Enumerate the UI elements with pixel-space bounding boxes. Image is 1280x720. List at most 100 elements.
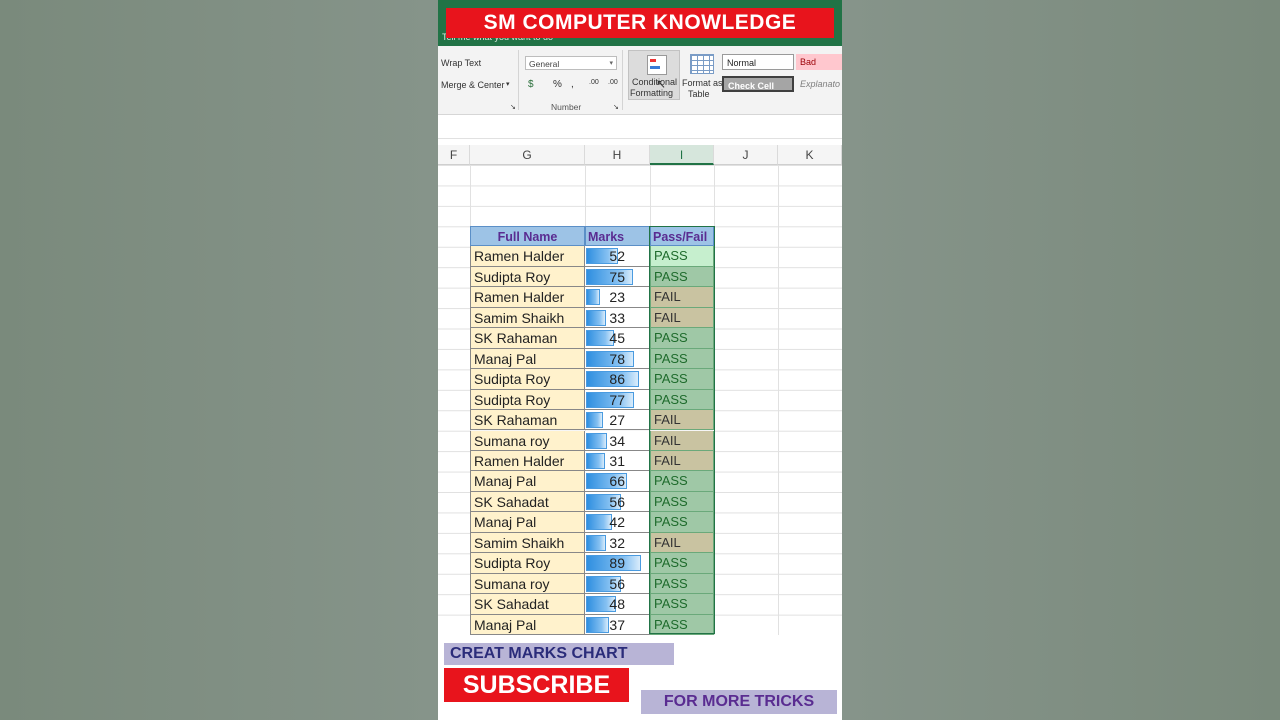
- number-format-select[interactable]: General ▾: [525, 56, 617, 70]
- marks-cell[interactable]: 32: [585, 532, 650, 554]
- background-left: [0, 0, 438, 720]
- merge-center-button[interactable]: Merge & Center: [441, 80, 505, 90]
- name-cell[interactable]: Manaj Pal: [470, 614, 585, 635]
- result-cell[interactable]: FAIL: [650, 450, 714, 472]
- result-cell[interactable]: FAIL: [650, 430, 714, 451]
- name-cell[interactable]: Ramen Halder: [470, 287, 585, 308]
- result-cell[interactable]: FAIL: [650, 287, 714, 308]
- header-full-name[interactable]: Full Name: [470, 226, 585, 247]
- column-header-f[interactable]: F: [438, 145, 470, 165]
- name-cell[interactable]: Manaj Pal: [470, 348, 585, 370]
- result-cell[interactable]: PASS: [650, 573, 714, 595]
- marks-cell[interactable]: 77: [585, 389, 650, 411]
- result-cell[interactable]: PASS: [650, 348, 714, 370]
- name-cell[interactable]: SK Sahadat: [470, 491, 585, 513]
- column-header-k[interactable]: K: [778, 145, 842, 165]
- excel-window: Tell me what you want to do SM COMPUTER …: [438, 0, 842, 720]
- format-as-table-icon[interactable]: [690, 54, 714, 74]
- name-cell[interactable]: Sudipta Roy: [470, 553, 585, 574]
- grid-line: [778, 165, 779, 635]
- header-pass-fail[interactable]: Pass/Fail: [650, 226, 714, 247]
- style-normal[interactable]: Normal: [722, 54, 794, 70]
- name-cell[interactable]: Ramen Halder: [470, 246, 585, 267]
- name-cell[interactable]: SK Rahaman: [470, 328, 585, 349]
- marks-cell[interactable]: 34: [585, 430, 650, 451]
- marks-cell[interactable]: 42: [585, 512, 650, 533]
- name-cell[interactable]: Sumana roy: [470, 573, 585, 595]
- header-marks[interactable]: Marks: [585, 226, 650, 247]
- name-cell[interactable]: Samim Shaikh: [470, 307, 585, 329]
- marks-cell[interactable]: 27: [585, 410, 650, 431]
- marks-value: 86: [609, 371, 625, 388]
- marks-cell[interactable]: 52: [585, 246, 650, 267]
- name-cell[interactable]: Manaj Pal: [470, 471, 585, 492]
- wrap-text-button[interactable]: Wrap Text: [441, 58, 481, 68]
- name-cell[interactable]: Sudipta Roy: [470, 369, 585, 390]
- column-header-i[interactable]: I: [650, 145, 714, 165]
- comma-style-icon[interactable]: ,: [571, 79, 574, 90]
- marks-cell[interactable]: 33: [585, 307, 650, 329]
- name-cell[interactable]: Ramen Halder: [470, 450, 585, 472]
- marks-cell[interactable]: 48: [585, 594, 650, 615]
- format-table-label-line2[interactable]: Table: [688, 89, 710, 99]
- data-bar: [586, 452, 605, 469]
- style-check-cell[interactable]: Check Cell: [722, 76, 794, 92]
- style-bad[interactable]: Bad: [796, 54, 842, 70]
- name-cell[interactable]: SK Sahadat: [470, 594, 585, 615]
- marks-cell[interactable]: 37: [585, 614, 650, 635]
- name-cell[interactable]: Sumana roy: [470, 430, 585, 451]
- result-cell[interactable]: FAIL: [650, 410, 714, 431]
- result-cell[interactable]: PASS: [650, 471, 714, 492]
- increase-decimal-icon[interactable]: .00: [589, 79, 599, 86]
- style-explanatory[interactable]: Explanato: [796, 76, 842, 92]
- column-header-j[interactable]: J: [714, 145, 778, 165]
- result-cell[interactable]: PASS: [650, 246, 714, 267]
- cf-label-line1: Conditional: [632, 77, 678, 87]
- column-header-g[interactable]: G: [470, 145, 585, 165]
- ribbon-separator: [518, 50, 519, 110]
- marks-value: 48: [609, 596, 625, 613]
- result-cell[interactable]: PASS: [650, 491, 714, 513]
- name-cell[interactable]: Sudipta Roy: [470, 266, 585, 288]
- conditional-formatting-button[interactable]: Conditional Formatting ↖: [628, 50, 680, 100]
- subscribe-banner[interactable]: SUBSCRIBE: [444, 668, 629, 702]
- result-cell[interactable]: PASS: [650, 389, 714, 411]
- data-bar: [586, 412, 603, 429]
- marks-cell[interactable]: 89: [585, 553, 650, 574]
- marks-cell[interactable]: 56: [585, 491, 650, 513]
- marks-cell[interactable]: 23: [585, 287, 650, 308]
- marks-value: 27: [609, 412, 625, 429]
- data-bar: [586, 534, 606, 551]
- marks-cell[interactable]: 78: [585, 348, 650, 370]
- result-cell[interactable]: PASS: [650, 328, 714, 349]
- merge-dropdown-icon[interactable]: ▾: [506, 80, 510, 88]
- formula-bar-area[interactable]: [438, 118, 842, 139]
- column-header-h[interactable]: H: [585, 145, 650, 165]
- result-cell[interactable]: PASS: [650, 266, 714, 288]
- marks-cell[interactable]: 86: [585, 369, 650, 390]
- format-table-label-line1[interactable]: Format as: [682, 78, 723, 88]
- name-cell[interactable]: Sudipta Roy: [470, 389, 585, 411]
- name-cell[interactable]: Samim Shaikh: [470, 532, 585, 554]
- result-cell[interactable]: PASS: [650, 369, 714, 390]
- name-cell[interactable]: SK Rahaman: [470, 410, 585, 431]
- name-cell[interactable]: Manaj Pal: [470, 512, 585, 533]
- result-cell[interactable]: PASS: [650, 553, 714, 574]
- result-cell[interactable]: PASS: [650, 512, 714, 533]
- marks-cell[interactable]: 75: [585, 266, 650, 288]
- result-cell[interactable]: FAIL: [650, 307, 714, 329]
- result-cell[interactable]: PASS: [650, 614, 714, 635]
- marks-cell[interactable]: 66: [585, 471, 650, 492]
- currency-format-icon[interactable]: $: [528, 79, 534, 90]
- number-launcher-icon[interactable]: ↘: [613, 103, 619, 111]
- result-cell[interactable]: FAIL: [650, 532, 714, 554]
- grid-line: [714, 165, 715, 635]
- background-right: [842, 0, 1280, 720]
- percent-style-icon[interactable]: %: [553, 79, 562, 90]
- alignment-launcher-icon[interactable]: ↘: [510, 103, 516, 111]
- marks-cell[interactable]: 45: [585, 328, 650, 349]
- result-cell[interactable]: PASS: [650, 594, 714, 615]
- marks-cell[interactable]: 31: [585, 450, 650, 472]
- decrease-decimal-icon[interactable]: .00: [608, 79, 618, 86]
- marks-cell[interactable]: 56: [585, 573, 650, 595]
